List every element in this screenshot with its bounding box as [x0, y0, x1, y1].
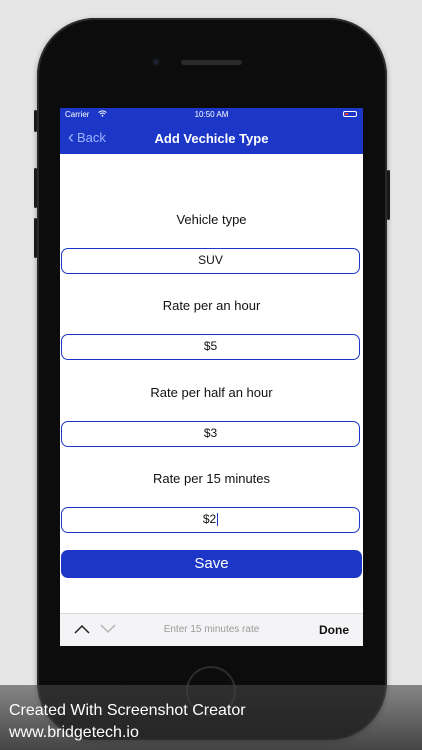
- hourly-rate-label: Rate per an hour: [162, 298, 261, 313]
- half-hour-rate-value: $3: [203, 426, 218, 440]
- quarter-hour-rate-label: Rate per 15 minutes: [152, 471, 271, 486]
- page-title: Add Vechicle Type: [154, 131, 269, 146]
- status-time: 10:50 AM: [194, 110, 229, 119]
- front-camera: [151, 57, 161, 67]
- navigation-bar: ‹ Back Add Vechicle Type: [60, 121, 363, 154]
- save-button[interactable]: Save: [61, 550, 362, 578]
- app-screen: Carrier 10:50 AM ‹ Back Add Vechicle Typ…: [60, 108, 363, 646]
- quarter-hour-rate-field[interactable]: $2: [61, 507, 360, 533]
- vehicle-type-field[interactable]: SUV: [61, 248, 360, 274]
- vehicle-type-value: SUV: [198, 253, 223, 267]
- battery-icon: [343, 111, 357, 117]
- vehicle-type-label: Vehicle type: [176, 212, 247, 227]
- power-button: [387, 170, 390, 220]
- half-hour-rate-label: Rate per half an hour: [150, 385, 273, 400]
- earpiece-speaker: [181, 60, 242, 65]
- caption-line-1: Created With Screenshot Creator: [9, 702, 246, 719]
- caption-banner: Created With Screenshot Creator www.brid…: [0, 685, 422, 750]
- keyboard-accessory-toolbar: Enter 15 minutes rate Done: [60, 613, 363, 646]
- quarter-hour-rate-value: $2: [202, 512, 217, 526]
- mute-switch: [34, 110, 37, 132]
- volume-down-button: [34, 218, 37, 258]
- hourly-rate-field[interactable]: $5: [61, 334, 360, 360]
- status-bar: Carrier 10:50 AM: [60, 108, 363, 121]
- done-button[interactable]: Done: [319, 623, 349, 637]
- half-hour-rate-field[interactable]: $3: [61, 421, 360, 447]
- hourly-rate-value: $5: [203, 339, 218, 353]
- text-cursor: [217, 513, 219, 527]
- volume-up-button: [34, 168, 37, 208]
- caption-line-2: www.bridgetech.io: [9, 724, 139, 741]
- toolbar-placeholder: Enter 15 minutes rate: [163, 624, 260, 635]
